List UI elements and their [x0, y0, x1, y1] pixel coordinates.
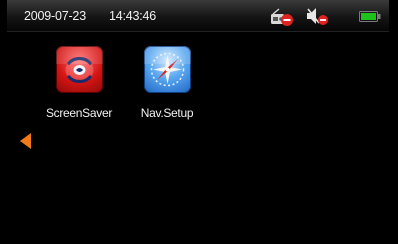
status-time: 14:43:46 — [109, 9, 157, 23]
battery-icon — [359, 11, 381, 22]
arrow-left-icon[interactable] — [20, 133, 31, 149]
screensaver-app[interactable]: ScreenSaver — [39, 46, 119, 120]
screensaver-icon[interactable] — [55, 46, 103, 93]
status-bar: 2009-07-23 14:43:46 — [7, 0, 389, 32]
compass-icon[interactable] — [143, 46, 191, 93]
mute-icon — [307, 8, 328, 25]
screensaver-label: ScreenSaver — [45, 106, 113, 120]
status-date: 2009-07-23 — [24, 9, 86, 23]
radio-off-icon — [271, 8, 293, 26]
device-screen: 2009-07-23 14:43:46 ScreenSaver Nav.Setu… — [7, 0, 389, 244]
navsetup-label: Nav.Setup — [140, 106, 194, 120]
navsetup-app[interactable]: Nav.Setup — [127, 46, 207, 120]
